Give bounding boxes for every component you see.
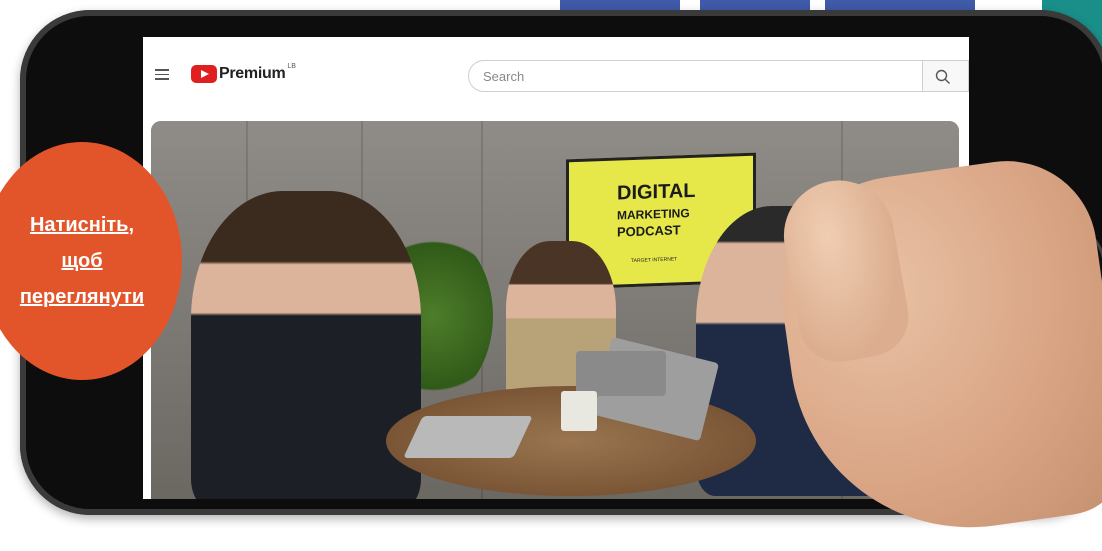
plant-pot [561,391,597,431]
menu-icon[interactable] [155,69,169,80]
laptop [576,351,666,396]
sign-line: TARGET INTERNET [631,256,678,265]
youtube-logo[interactable]: Premium LB [191,62,296,83]
youtube-logo-icon [191,65,217,83]
cta-line: Натисніть, [29,214,135,236]
sign-line: PODCAST [617,222,681,240]
search-button[interactable] [923,60,969,92]
sign-line: MARKETING [617,205,690,223]
sign-line: DIGITAL [617,179,696,205]
search-icon [935,69,950,84]
search-placeholder: Search [483,69,525,84]
search-input[interactable]: Search [468,60,923,92]
cta-line: переглянути [19,286,145,308]
laptop [403,416,533,458]
logo-region: LB [287,62,296,70]
host-left [191,191,421,499]
logo-text: Premium [219,65,286,82]
youtube-header: Premium LB Search [143,37,969,117]
cta-line: щоб [61,250,103,272]
